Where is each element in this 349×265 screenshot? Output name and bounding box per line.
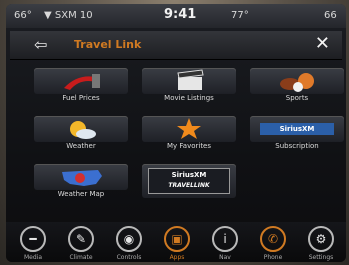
bottom-dock: ━ Media ✎ Climate ◉ Controls ▣ Apps i Na… (6, 222, 346, 262)
tile-label: Weather Map (57, 190, 105, 198)
tile-my-favorites[interactable]: My Favorites (142, 116, 236, 154)
tile-sports[interactable]: Sports (250, 68, 344, 106)
page-title: Travel Link (74, 38, 142, 51)
dock-label: Climate (69, 254, 93, 261)
nav-icon[interactable]: i (212, 226, 238, 252)
tile-weather[interactable]: Weather (34, 116, 128, 154)
fuel-pump-icon (64, 74, 100, 90)
tile-label: Weather (66, 142, 96, 150)
dock-label: Settings (308, 254, 334, 261)
weather-sun-icon (70, 121, 96, 139)
status-bar: 66° ▼ SXM 10 9:41 77° 66 (6, 4, 346, 28)
tile-label: Sports (285, 94, 309, 102)
outside-temp: 66° (14, 10, 32, 21)
tile-label: Subscription (275, 142, 319, 150)
settings-icon[interactable]: ⚙ (308, 226, 334, 252)
radio-signal: ▼ SXM 10 (44, 10, 93, 21)
tile-weather-map[interactable]: Weather Map (34, 164, 128, 202)
siriusxm-badge-icon: SiriusXM (260, 123, 334, 135)
clock: 9:41 (164, 7, 197, 22)
phone-icon[interactable]: ✆ (260, 226, 286, 252)
tile-movie-listings[interactable]: Movie Listings (142, 68, 236, 106)
siriusxm-travel-link-icon: SiriusXM TRAVELLINK (148, 168, 230, 194)
tile-label: Movie Listings (164, 94, 214, 102)
tile-subscription[interactable]: SiriusXM Subscription (250, 116, 344, 154)
close-icon[interactable]: ✕ (315, 33, 330, 54)
controls-icon[interactable]: ◉ (116, 226, 142, 252)
usa-map-icon (62, 170, 102, 186)
tile-siriusxm-travel-link[interactable]: SiriusXM TRAVELLINK (142, 164, 236, 202)
tile-label: Fuel Prices (62, 94, 100, 102)
dock-label: Media (23, 254, 43, 261)
clapperboard-icon (177, 69, 204, 90)
cabin-temp: 77° (231, 10, 249, 21)
apps-icon[interactable]: ▣ (164, 226, 190, 252)
climate-icon[interactable]: ✎ (68, 226, 94, 252)
star-icon (177, 118, 201, 139)
dock-label: Phone (263, 254, 283, 261)
title-bar: ⇦ Travel Link ✕ (10, 31, 342, 60)
back-arrow-icon[interactable]: ⇦ (34, 35, 47, 54)
right-temp: 66 (324, 10, 337, 21)
dock-label: Apps (169, 254, 185, 261)
tile-label: My Favorites (166, 142, 212, 150)
infotainment-screen: 66° ▼ SXM 10 9:41 77° 66 ⇦ Travel Link ✕… (6, 4, 346, 262)
media-icon[interactable]: ━ (20, 226, 46, 252)
tile-fuel-prices[interactable]: Fuel Prices (34, 68, 128, 106)
dock-label: Controls (116, 254, 142, 261)
sports-balls-icon (280, 73, 314, 92)
dock-label: Nav (219, 254, 231, 261)
